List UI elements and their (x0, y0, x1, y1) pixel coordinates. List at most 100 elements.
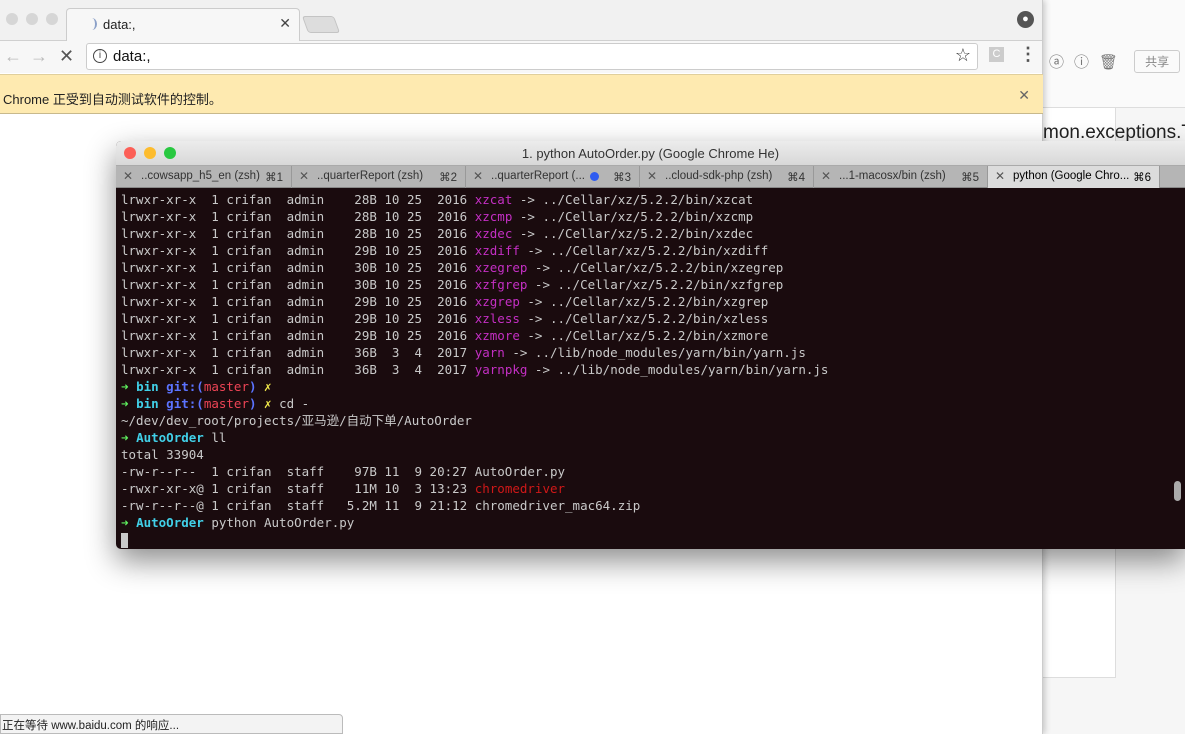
browser-toolbar: ← → ✕ i data:, ☆ C ⋮ (0, 41, 1042, 73)
terminal-line: ➜ AutoOrder ll (121, 429, 1185, 446)
close-tab-icon[interactable]: ✕ (821, 169, 831, 183)
more-menu-icon[interactable]: ⋮ (1019, 44, 1037, 65)
close-tab-icon[interactable]: ✕ (279, 15, 291, 32)
browser-tab[interactable]: data:, ✕ (66, 8, 300, 41)
terminal-line: total 33904 (121, 446, 1185, 463)
share-button[interactable]: 共享 (1134, 50, 1181, 73)
terminal-text-segment: ➜ (121, 515, 137, 530)
close-tab-icon[interactable]: ✕ (647, 169, 657, 183)
terminal-line: lrwxr-xr-x 1 crifan admin 28B 10 25 2016… (121, 208, 1185, 225)
forward-icon[interactable]: → (30, 46, 48, 67)
info-icon[interactable]: ⓘ (1074, 51, 1089, 72)
terminal-tab[interactable]: ✕ python (Google Chro... ⌘6 (988, 166, 1160, 188)
terminal-text-segment: ✗ (256, 396, 272, 411)
terminal-tab-label: ..quarterReport (... (491, 170, 585, 182)
terminal-text-segment: lrwxr-xr-x 1 crifan admin 36B 3 4 2017 (121, 345, 475, 360)
terminal-text-segment: lrwxr-xr-x 1 crifan admin 30B 10 25 2016 (121, 277, 475, 292)
profile-icon[interactable]: ● (1017, 11, 1034, 28)
terminal-text-segment: yarnpkg (474, 362, 528, 377)
terminal-text-segment: xzcat (474, 192, 513, 207)
site-info-icon[interactable]: i (93, 49, 107, 63)
terminal-text-segment: -> ../Cellar/xz/5.2.2/bin/xzdiff (519, 243, 769, 258)
terminal-tab-shortcut: ⌘3 (613, 172, 631, 184)
terminal-tab-shortcut: ⌘4 (787, 172, 805, 184)
terminal-text-segment: xzmore (474, 328, 520, 343)
infobar-close-icon[interactable]: ✕ (1018, 87, 1030, 104)
terminal-scrollbar[interactable] (1174, 481, 1181, 501)
terminal-tab[interactable]: ✕ ...1-macosx/bin (zsh) ⌘5 (814, 166, 988, 188)
terminal-tab-shortcut: ⌘6 (1133, 172, 1151, 184)
terminal-line: -rwxr-xr-x@ 1 crifan staff 11M 10 3 13:2… (121, 480, 1185, 497)
url-text[interactable]: data:, (113, 48, 151, 65)
terminal-text-segment: lrwxr-xr-x 1 crifan admin 29B 10 25 2016 (121, 294, 475, 309)
close-tab-icon[interactable]: ✕ (473, 169, 483, 183)
terminal-tab[interactable]: ✕ ..cowsapp_h5_en (zsh) ⌘1 (116, 166, 292, 188)
address-bar[interactable]: i data:, ☆ (86, 43, 978, 70)
terminal-text-segment: cd - (271, 396, 310, 411)
maximize-window-button[interactable] (46, 13, 58, 25)
terminal-window: 1. python AutoOrder.py (Google Chrome He… (116, 141, 1185, 549)
terminal-text-segment: -> ../Cellar/xz/5.2.2/bin/xzegrep (527, 260, 784, 275)
close-tab-icon[interactable]: ✕ (299, 169, 309, 183)
terminal-line: lrwxr-xr-x 1 crifan admin 30B 10 25 2016… (121, 259, 1185, 276)
at-icon[interactable]: ⓐ (1049, 51, 1064, 72)
close-tab-icon[interactable]: ✕ (995, 169, 1005, 183)
terminal-text-segment: master (203, 379, 249, 394)
close-window-button[interactable] (6, 13, 18, 25)
tab-strip: data:, ✕ ● (0, 0, 1042, 41)
extension-icon[interactable]: C (989, 47, 1004, 62)
back-icon[interactable]: ← (4, 46, 22, 67)
terminal-tab-shortcut: ⌘1 (265, 172, 283, 184)
terminal-text-segment: git:( (166, 379, 204, 394)
terminal-line: lrwxr-xr-x 1 crifan admin 29B 10 25 2016… (121, 293, 1185, 310)
terminal-text-segment: -> ../Cellar/xz/5.2.2/bin/xzdec (512, 226, 754, 241)
minimize-window-button[interactable] (26, 13, 38, 25)
terminal-text-segment: python AutoOrder.py (203, 515, 355, 530)
status-bubble: 正在等待 www.baidu.com 的响应... (0, 714, 343, 734)
terminal-text-segment: ✗ (256, 379, 272, 394)
terminal-output[interactable]: lrwxr-xr-x 1 crifan admin 28B 10 25 2016… (116, 188, 1185, 549)
terminal-text-segment: bin (136, 379, 167, 394)
bookmark-star-icon[interactable]: ☆ (955, 45, 971, 66)
terminal-text-segment: xzgrep (474, 294, 520, 309)
terminal-line: -rw-r--r-- 1 crifan staff 97B 11 9 20:27… (121, 463, 1185, 480)
terminal-tab-label: ..cowsapp_h5_en (zsh) (141, 170, 260, 182)
terminal-line: lrwxr-xr-x 1 crifan admin 28B 10 25 2016… (121, 225, 1185, 242)
trash-icon[interactable]: 🗑 (1099, 53, 1118, 71)
terminal-line: ~/dev/dev_root/projects/亚马逊/自动下单/AutoOrd… (121, 412, 1185, 429)
terminal-text-segment: xzdec (474, 226, 513, 241)
terminal-text-segment: lrwxr-xr-x 1 crifan admin 28B 10 25 2016 (121, 192, 475, 207)
terminal-title-bar: 1. python AutoOrder.py (Google Chrome He… (116, 141, 1185, 165)
terminal-text-segment: xzegrep (474, 260, 528, 275)
close-tab-icon[interactable]: ✕ (123, 169, 133, 183)
terminal-tab[interactable]: ✕ ..quarterReport (... ⌘3 (466, 166, 640, 188)
terminal-text-segment: ) (248, 396, 257, 411)
terminal-line: -rw-r--r--@ 1 crifan staff 5.2M 11 9 21:… (121, 497, 1185, 514)
terminal-text-segment: lrwxr-xr-x 1 crifan admin 28B 10 25 2016 (121, 226, 475, 241)
new-tab-button[interactable] (301, 16, 341, 33)
terminal-text-segment: lrwxr-xr-x 1 crifan admin 29B 10 25 2016 (121, 311, 475, 326)
terminal-text-segment: -> ../Cellar/xz/5.2.2/bin/xzless (519, 311, 769, 326)
terminal-text-segment: -> ../lib/node_modules/yarn/bin/yarn.js (504, 345, 806, 360)
terminal-tabs: ✕ ..cowsapp_h5_en (zsh) ⌘1 ✕ ..quarterReport… (116, 165, 1185, 188)
terminal-line: ➜ bin git:(master) ✗ cd - (121, 395, 1185, 412)
terminal-tab[interactable]: ✕ ..cloud-sdk-php (zsh) ⌘4 (640, 166, 814, 188)
terminal-text-segment: -> ../Cellar/xz/5.2.2/bin/xzfgrep (527, 277, 784, 292)
terminal-text-segment: -> ../Cellar/xz/5.2.2/bin/xzmore (519, 328, 769, 343)
terminal-tab[interactable]: ✕ ..quarterReport (zsh) ⌘2 (292, 166, 466, 188)
stop-icon[interactable]: ✕ (59, 46, 74, 67)
terminal-text-segment: master (203, 396, 249, 411)
terminal-text-segment: -> ../Cellar/xz/5.2.2/bin/xzgrep (519, 294, 769, 309)
tab-title: data:, (103, 17, 136, 32)
terminal-line: lrwxr-xr-x 1 crifan admin 29B 10 25 2016… (121, 310, 1185, 327)
terminal-text-segment: -rw-r--r--@ 1 crifan staff 5.2M 11 9 21:… (121, 498, 641, 513)
activity-dot-icon (590, 172, 599, 181)
terminal-text-segment: ) (248, 379, 257, 394)
terminal-cursor-line (121, 531, 1185, 548)
terminal-text-segment: ➜ (121, 430, 137, 445)
terminal-line: ➜ AutoOrder python AutoOrder.py (121, 514, 1185, 531)
terminal-line: lrwxr-xr-x 1 crifan admin 28B 10 25 2016… (121, 191, 1185, 208)
terminal-tab-shortcut: ⌘5 (961, 172, 979, 184)
terminal-text-segment: AutoOrder (136, 430, 204, 445)
terminal-text-segment: yarn (474, 345, 505, 360)
